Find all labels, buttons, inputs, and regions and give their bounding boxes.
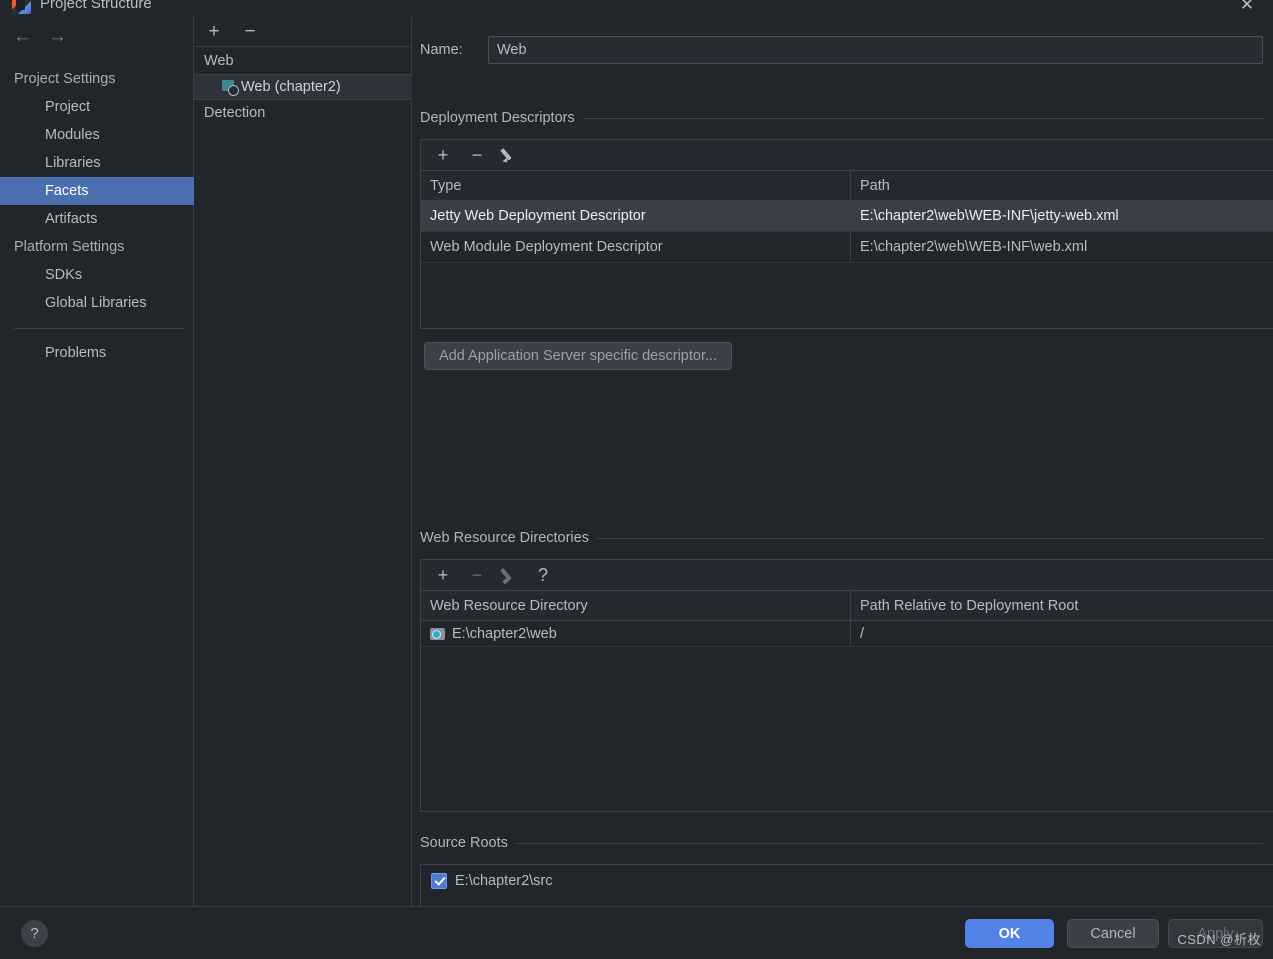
web-resource-directories-section-title: Web Resource Directories: [420, 530, 1263, 546]
dialog-body: ← → Project Settings Project Modules Lib…: [0, 17, 1273, 908]
web-resource-directories-label: Web Resource Directories: [420, 530, 589, 546]
add-application-server-descriptor-button[interactable]: Add Application Server specific descript…: [424, 342, 733, 370]
source-roots-list: E:\chapter2\src: [420, 864, 1273, 908]
ok-button[interactable]: OK: [965, 919, 1054, 948]
cell-path: E:\chapter2\web\WEB-INF\jetty-web.xml: [860, 208, 1119, 224]
cell-type: Web Module Deployment Descriptor: [421, 232, 851, 262]
sidebar-item-artifacts[interactable]: Artifacts: [0, 205, 194, 233]
column-header-type[interactable]: Type: [421, 171, 851, 200]
remove-descriptor-icon[interactable]: −: [467, 145, 487, 165]
list-item[interactable]: E:\chapter2\src: [421, 865, 1273, 896]
project-structure-dialog: Project Structure ✕ ← → Project Settings…: [0, 0, 1273, 959]
add-web-resource-icon[interactable]: +: [433, 565, 453, 585]
table-row[interactable]: Jetty Web Deployment Descriptor E:\chapt…: [421, 201, 1273, 232]
back-arrow-icon[interactable]: ←: [13, 27, 32, 46]
source-roots-section-title: Source Roots: [420, 835, 1263, 851]
web-resource-directories-toolbar: + − ?: [421, 560, 1273, 591]
facet-name-input[interactable]: [488, 36, 1263, 64]
sidebar-item-problems[interactable]: Problems: [0, 339, 194, 367]
source-roots-label: Source Roots: [420, 835, 508, 851]
deployment-descriptors-table: + − Type Path Jetty Web Deployment Descr…: [420, 139, 1273, 329]
column-header-web-resource-directory[interactable]: Web Resource Directory: [421, 591, 851, 620]
forward-arrow-icon[interactable]: →: [48, 27, 67, 46]
title-bar: Project Structure ✕: [0, 0, 1273, 17]
source-root-checkbox[interactable]: [431, 872, 447, 889]
intellij-logo-icon: [12, 0, 31, 14]
sidebar-item-libraries[interactable]: Libraries: [0, 149, 194, 177]
sidebar-item-project[interactable]: Project: [0, 93, 194, 121]
navigation-arrows: ← →: [0, 17, 194, 55]
deployment-descriptors-toolbar: + −: [421, 140, 1273, 171]
source-root-path: E:\chapter2\src: [455, 872, 553, 889]
dialog-footer: ? OK Cancel Apply CSDN @析枚: [0, 906, 1273, 959]
deployment-descriptors-label: Deployment Descriptors: [420, 110, 575, 126]
web-resource-directories-header: Web Resource Directory Path Relative to …: [421, 591, 1273, 621]
cell-type: Jetty Web Deployment Descriptor: [421, 201, 851, 231]
folder-icon: [430, 627, 446, 641]
table-empty-area: [421, 647, 1273, 810]
sidebar-item-modules[interactable]: Modules: [0, 121, 194, 149]
help-button[interactable]: ?: [21, 920, 48, 947]
column-header-path[interactable]: Path: [851, 171, 1273, 200]
tree-node-web-group[interactable]: Web: [194, 48, 412, 74]
cell-directory-text: E:\chapter2\web: [452, 625, 557, 642]
section-rule: [515, 842, 1263, 844]
section-rule: [596, 537, 1263, 539]
cell-path: E:\chapter2\web\WEB-INF\web.xml: [860, 239, 1088, 255]
help-web-resource-icon[interactable]: ?: [533, 565, 553, 585]
deployment-descriptors-header: Type Path: [421, 171, 1273, 201]
add-facet-icon[interactable]: +: [204, 22, 224, 42]
facet-detail-panel: Name: Deployment Descriptors + − Type Pa…: [412, 17, 1273, 908]
sidebar-item-global-libraries[interactable]: Global Libraries: [0, 289, 194, 317]
nav-group-platform-settings: Platform Settings: [14, 239, 125, 255]
table-empty-area: [421, 263, 1273, 327]
sidebar-divider: [14, 328, 184, 329]
sidebar-item-facets[interactable]: Facets: [0, 177, 194, 205]
cell-web-resource-directory: E:\chapter2\web: [421, 621, 851, 646]
section-rule: [582, 117, 1263, 119]
tree-node-label: Web (chapter2): [241, 79, 341, 95]
table-row[interactable]: E:\chapter2\web /: [421, 621, 1273, 647]
close-icon[interactable]: ✕: [1229, 0, 1265, 17]
cancel-button[interactable]: Cancel: [1067, 919, 1159, 948]
cell-relative-path: /: [860, 625, 865, 642]
nav-group-project-settings: Project Settings: [14, 71, 116, 87]
settings-sidebar: ← → Project Settings Project Modules Lib…: [0, 17, 194, 906]
web-facet-icon: [222, 80, 239, 96]
remove-facet-icon[interactable]: −: [240, 22, 260, 42]
deployment-descriptors-section-title: Deployment Descriptors: [420, 110, 1263, 126]
edit-web-resource-icon: [501, 566, 519, 584]
table-row[interactable]: Web Module Deployment Descriptor E:\chap…: [421, 232, 1273, 263]
sidebar-item-sdks[interactable]: SDKs: [0, 261, 194, 289]
web-resource-directories-table: + − ? Web Resource Directory Path Relati…: [420, 559, 1273, 812]
apply-button: Apply: [1168, 919, 1263, 948]
remove-web-resource-icon: −: [471, 565, 483, 585]
window-title: Project Structure: [40, 0, 152, 12]
add-descriptor-icon[interactable]: +: [433, 145, 453, 165]
tree-node-detection[interactable]: Detection: [194, 100, 412, 126]
facet-name-label: Name:: [420, 42, 463, 58]
facet-name-row: Name:: [420, 36, 1263, 64]
edit-descriptor-icon[interactable]: [501, 146, 519, 164]
facet-tree-panel: + − Web Web (chapter2) Detection: [194, 17, 412, 906]
facet-tree: Web Web (chapter2) Detection: [194, 48, 412, 126]
tree-node-web-chapter2[interactable]: Web (chapter2): [194, 74, 412, 100]
column-header-relative-path[interactable]: Path Relative to Deployment Root: [851, 591, 1273, 620]
facet-tree-toolbar: + −: [194, 17, 412, 47]
settings-nav-list: Project Settings Project Modules Librari…: [0, 65, 194, 367]
